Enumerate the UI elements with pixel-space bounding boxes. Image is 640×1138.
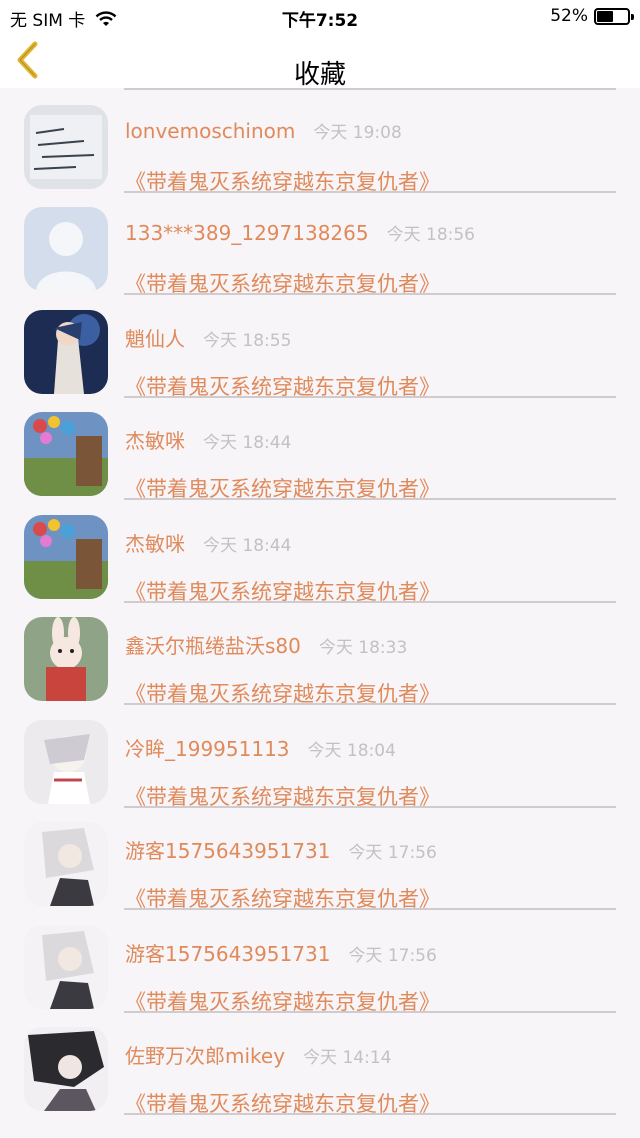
avatar[interactable] — [24, 412, 108, 496]
username-row: 133***389_1297138265 今天 18:56 — [125, 220, 475, 245]
username-row: 杰敏咪 今天 18:44 — [125, 528, 291, 557]
list-item[interactable]: 冷眸_199951113 今天 18:04 《带着鬼灭系统穿越东京复仇者》 — [0, 703, 640, 809]
avatar[interactable] — [24, 617, 108, 701]
timestamp: 今天 14:14 — [303, 1048, 392, 1068]
status-right: 52% — [550, 6, 634, 26]
list-item[interactable]: 佐野万次郎mikey 今天 14:14 《带着鬼灭系统穿越东京复仇者》 — [0, 1010, 640, 1116]
username-row: lonvemoschinom 今天 19:08 — [125, 118, 402, 143]
username[interactable]: 冷眸_199951113 — [125, 733, 290, 762]
timestamp: 今天 17:56 — [348, 945, 437, 966]
timestamp: 今天 18:04 — [307, 740, 396, 761]
username[interactable]: 鑫沃尔瓶绻盐沃s80 — [125, 630, 301, 659]
username-row: 魈仙人 今天 18:55 — [125, 323, 291, 352]
timestamp: 今天 19:08 — [313, 122, 402, 143]
list-item[interactable]: 133***389_1297138265 今天 18:56 《带着鬼灭系统穿越东京复… — [0, 190, 640, 296]
avatar[interactable] — [24, 924, 108, 1009]
avatar[interactable] — [24, 719, 108, 804]
username-row: 鑫沃尔瓶绻盐沃s80 今天 18:33 — [125, 630, 407, 659]
username-row: 游客1575643951731 今天 17:56 — [125, 835, 437, 864]
username-row: 杰敏咪 今天 18:44 — [125, 425, 291, 454]
timestamp: 今天 18:44 — [203, 535, 292, 556]
list-item[interactable]: 杰敏咪 今天 18:44 《带着鬼灭系统穿越东京复仇者》 — [0, 395, 640, 501]
timestamp: 今天 18:33 — [318, 638, 408, 658]
timestamp: 今天 18:44 — [203, 433, 292, 453]
status-time: 下午7:52 — [281, 11, 359, 31]
list-item[interactable]: 鑫沃尔瓶绻盐沃s80 今天 18:33 《带着鬼灭系统穿越东京复仇者》 — [0, 600, 640, 706]
timestamp: 今天 18:55 — [203, 330, 292, 351]
timestamp: 今天 17:56 — [348, 843, 437, 863]
username[interactable]: 杰敏咪 — [125, 425, 185, 454]
timestamp: 今天 18:56 — [386, 225, 475, 245]
username[interactable]: 魈仙人 — [125, 323, 185, 352]
avatar[interactable] — [24, 104, 108, 189]
list-item[interactable]: 游客1575643951731 今天 17:56 《带着鬼灭系统穿越东京复仇者》 — [0, 805, 640, 911]
status-bar: 无 SIM 卡 下午7:52 52% — [0, 0, 640, 32]
battery-percent: 52% — [550, 6, 588, 26]
list-item[interactable]: lonvemoschinom 今天 19:08 《带着鬼灭系统穿越东京复仇者》 — [0, 88, 640, 194]
username-row: 佐野万次郎mikey 今天 14:14 — [125, 1040, 391, 1069]
username[interactable]: 133***389_1297138265 — [125, 221, 369, 245]
list-item[interactable]: 游客1575643951731 今天 17:56 《带着鬼灭系统穿越东京复仇者》 — [0, 908, 640, 1014]
username[interactable]: 游客1575643951731 — [125, 938, 330, 967]
username-row: 游客1575643951731 今天 17:56 — [125, 938, 437, 967]
page-title: 收藏 — [293, 60, 346, 90]
username[interactable]: 杰敏咪 — [125, 528, 185, 557]
avatar[interactable] — [24, 207, 108, 291]
divider — [124, 1113, 616, 1115]
avatar[interactable] — [24, 514, 108, 599]
username[interactable]: 佐野万次郎mikey — [125, 1040, 285, 1069]
list-item[interactable]: 魈仙人 今天 18:55 《带着鬼灭系统穿越东京复仇者》 — [0, 293, 640, 399]
username-row: 冷眸_199951113 今天 18:04 — [125, 733, 396, 762]
avatar[interactable] — [24, 1027, 108, 1111]
avatar[interactable] — [24, 309, 108, 394]
username[interactable]: lonvemoschinom — [125, 119, 295, 143]
avatar[interactable] — [24, 822, 108, 906]
battery-icon — [594, 7, 634, 25]
username[interactable]: 游客1575643951731 — [125, 835, 330, 864]
navigation-bar: 收藏 — [0, 32, 640, 90]
list-item[interactable]: 杰敏咪 今天 18:44 《带着鬼灭系统穿越东京复仇者》 — [0, 498, 640, 604]
